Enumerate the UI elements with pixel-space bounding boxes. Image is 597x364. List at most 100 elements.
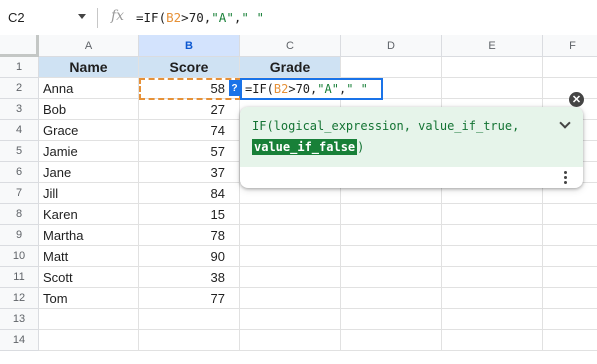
cell-a14[interactable] <box>39 330 139 351</box>
cell-d13[interactable] <box>341 309 442 330</box>
cell-a13[interactable] <box>39 309 139 330</box>
column-header-d[interactable]: D <box>341 35 442 57</box>
cell-b1[interactable]: Score <box>139 57 240 78</box>
cell-a9[interactable]: Martha <box>39 225 139 246</box>
cell-e8[interactable] <box>442 204 543 225</box>
referenced-cell-highlight <box>139 78 241 100</box>
column-header-b[interactable]: B <box>139 35 240 57</box>
formula-help-button[interactable]: ? <box>229 80 240 96</box>
cell-b11[interactable]: 38 <box>139 267 240 288</box>
formula-input[interactable]: =IF(B2>70,"A"," " <box>136 10 264 25</box>
cell-c8[interactable] <box>240 204 341 225</box>
name-box-dropdown-icon[interactable] <box>78 14 86 19</box>
cell-a3[interactable]: Bob <box>39 99 139 120</box>
cell-a10[interactable]: Matt <box>39 246 139 267</box>
cell-a1[interactable]: Name <box>39 57 139 78</box>
cell-f13[interactable] <box>543 309 597 330</box>
cell-f10[interactable] <box>543 246 597 267</box>
formula-mid: >70, <box>181 10 212 25</box>
cell-f11[interactable] <box>543 267 597 288</box>
row-header-8[interactable]: 8 <box>0 204 39 225</box>
cell-c13[interactable] <box>240 309 341 330</box>
cell-f8[interactable] <box>543 204 597 225</box>
cell-e1[interactable] <box>442 57 543 78</box>
tooltip-signature: IF(logical_expression, value_if_true, va… <box>240 107 583 167</box>
row-header-3[interactable]: 3 <box>0 99 39 120</box>
formula-str1: "A" <box>211 10 234 25</box>
row-header-12[interactable]: 12 <box>0 288 39 309</box>
cell-f9[interactable] <box>543 225 597 246</box>
cell-e10[interactable] <box>442 246 543 267</box>
signature-line-2: value_if_false) <box>252 139 364 155</box>
signature-line-1: IF(logical_expression, value_if_true, <box>252 119 520 133</box>
column-header-c[interactable]: C <box>240 35 341 57</box>
cell-b3[interactable]: 27 <box>139 99 240 120</box>
cell-d10[interactable] <box>341 246 442 267</box>
row-header-1[interactable]: 1 <box>0 57 39 78</box>
cell-b13[interactable] <box>139 309 240 330</box>
select-all-corner[interactable] <box>0 35 39 57</box>
row-header-10[interactable]: 10 <box>0 246 39 267</box>
cell-c12[interactable] <box>240 288 341 309</box>
cell-d9[interactable] <box>341 225 442 246</box>
chevron-down-icon[interactable] <box>559 117 571 129</box>
cell-a6[interactable]: Jane <box>39 162 139 183</box>
formula-prefix: =IF( <box>136 10 167 25</box>
cell-d12[interactable] <box>341 288 442 309</box>
row-header-14[interactable]: 14 <box>0 330 39 351</box>
cell-b14[interactable] <box>139 330 240 351</box>
row-header-6[interactable]: 6 <box>0 162 39 183</box>
cell-b8[interactable]: 15 <box>139 204 240 225</box>
cell-c11[interactable] <box>240 267 341 288</box>
active-argument: value_if_false <box>252 139 358 155</box>
row-header-13[interactable]: 13 <box>0 309 39 330</box>
more-vert-icon[interactable] <box>564 171 567 186</box>
cell-a12[interactable]: Tom <box>39 288 139 309</box>
cell-e13[interactable] <box>442 309 543 330</box>
column-header-f[interactable]: F <box>543 35 597 57</box>
close-icon[interactable]: ✕ <box>569 92 584 107</box>
row-header-2[interactable]: 2 <box>0 78 39 99</box>
divider <box>97 8 98 28</box>
row-header-4[interactable]: 4 <box>0 120 39 141</box>
editing-cell-c2[interactable]: =IF(B2>70,"A"," " <box>240 78 383 100</box>
row-header-11[interactable]: 11 <box>0 267 39 288</box>
cell-e2[interactable] <box>442 78 543 99</box>
formula-str2: " " <box>241 10 264 25</box>
cell-b6[interactable]: 37 <box>139 162 240 183</box>
cell-f12[interactable] <box>543 288 597 309</box>
column-header-e[interactable]: E <box>442 35 543 57</box>
cell-a8[interactable]: Karen <box>39 204 139 225</box>
name-box[interactable]: C2 <box>8 10 25 25</box>
cell-b12[interactable]: 77 <box>139 288 240 309</box>
cell-b5[interactable]: 57 <box>139 141 240 162</box>
cell-c9[interactable] <box>240 225 341 246</box>
cell-b7[interactable]: 84 <box>139 183 240 204</box>
cell-e11[interactable] <box>442 267 543 288</box>
row-header-9[interactable]: 9 <box>0 225 39 246</box>
cell-c1[interactable]: Grade <box>240 57 341 78</box>
cell-e14[interactable] <box>442 330 543 351</box>
cell-c14[interactable] <box>240 330 341 351</box>
cell-a2[interactable]: Anna <box>39 78 139 99</box>
cell-d1[interactable] <box>341 57 442 78</box>
column-header-a[interactable]: A <box>39 35 139 57</box>
fx-icon: fx <box>111 8 125 24</box>
cell-a11[interactable]: Scott <box>39 267 139 288</box>
cell-f1[interactable] <box>543 57 597 78</box>
cell-d8[interactable] <box>341 204 442 225</box>
cell-a4[interactable]: Grace <box>39 120 139 141</box>
cell-a5[interactable]: Jamie <box>39 141 139 162</box>
cell-b9[interactable]: 78 <box>139 225 240 246</box>
cell-b4[interactable]: 74 <box>139 120 240 141</box>
cell-e9[interactable] <box>442 225 543 246</box>
cell-f14[interactable] <box>543 330 597 351</box>
cell-c10[interactable] <box>240 246 341 267</box>
cell-b10[interactable]: 90 <box>139 246 240 267</box>
cell-d11[interactable] <box>341 267 442 288</box>
row-header-5[interactable]: 5 <box>0 141 39 162</box>
cell-d14[interactable] <box>341 330 442 351</box>
row-header-7[interactable]: 7 <box>0 183 39 204</box>
cell-a7[interactable]: Jill <box>39 183 139 204</box>
cell-e12[interactable] <box>442 288 543 309</box>
